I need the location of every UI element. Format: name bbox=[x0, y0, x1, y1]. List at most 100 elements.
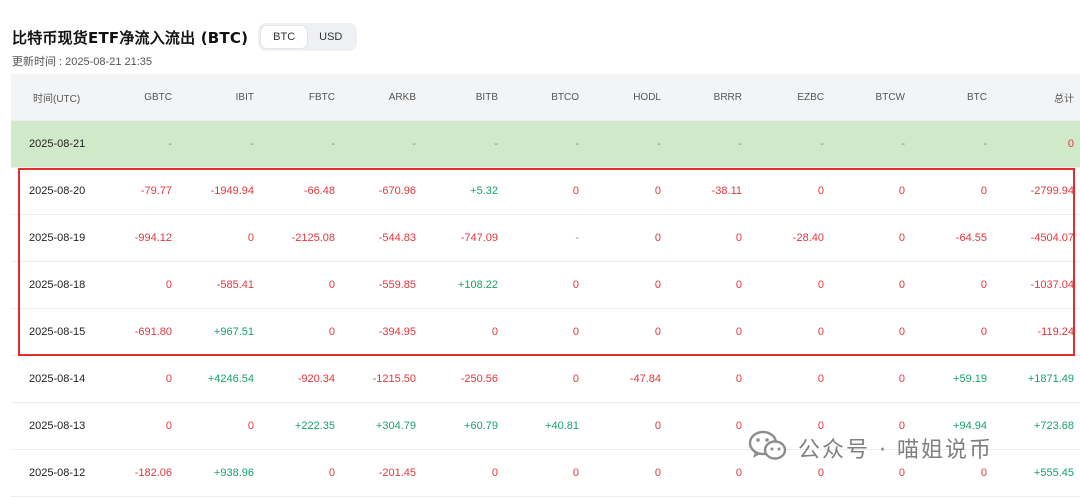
flow-cell-brrr: 0 bbox=[735, 326, 742, 338]
table-row: 2025-08-14 0 +4246.54 -920.34 -1215.50 -250.5… bbox=[11, 356, 1080, 403]
wechat-icon bbox=[748, 429, 788, 467]
flow-cell-fbtc: -66.48 bbox=[303, 185, 335, 197]
row-date-cell: 2025-08-20 bbox=[29, 185, 86, 197]
flow-cell-fbtc: -920.34 bbox=[297, 373, 335, 385]
flow-cell-btco: 0 bbox=[572, 373, 579, 385]
flow-cell-总计: 0 bbox=[1067, 138, 1074, 150]
column-header-ibit: IBIT bbox=[235, 91, 254, 103]
flow-cell-btc: +59.19 bbox=[953, 373, 987, 385]
flow-cell-gbtc: -79.77 bbox=[140, 185, 172, 197]
unit-option-usd[interactable]: USD bbox=[307, 26, 354, 48]
flow-cell-总计: -2799.94 bbox=[1030, 185, 1074, 197]
flow-cell-arkb: -670.96 bbox=[378, 185, 416, 197]
flow-cell-btcw: 0 bbox=[898, 232, 905, 244]
flow-cell-btc: - bbox=[983, 138, 987, 150]
flow-cell-ibit: +938.96 bbox=[213, 467, 254, 479]
column-header-bitb: BITB bbox=[475, 91, 498, 103]
flow-cell-arkb: +304.79 bbox=[375, 420, 416, 432]
flow-cell-btco: 0 bbox=[572, 467, 579, 479]
flow-cell-btco: 0 bbox=[572, 326, 579, 338]
flow-cell-brrr: - bbox=[738, 138, 742, 150]
flow-cell-ibit: +967.51 bbox=[213, 326, 254, 338]
flow-cell-gbtc: 0 bbox=[165, 373, 172, 385]
row-date-cell: 2025-08-21 bbox=[29, 138, 86, 150]
flow-cell-gbtc: -994.12 bbox=[134, 232, 172, 244]
row-date-cell: 2025-08-15 bbox=[29, 326, 86, 338]
flow-cell-hodl: 0 bbox=[654, 467, 661, 479]
table-row: 2025-08-21 - - - - - - - - - - - 0 bbox=[11, 121, 1080, 168]
row-date-cell: 2025-08-14 bbox=[29, 373, 86, 385]
column-header-gbtc: GBTC bbox=[144, 91, 172, 103]
column-header-btco: BTCO bbox=[551, 91, 579, 103]
flow-cell-brrr: -38.11 bbox=[711, 185, 742, 197]
row-date-cell: 2025-08-12 bbox=[29, 467, 86, 479]
column-header-date: 时间(UTC) bbox=[33, 93, 81, 105]
table-row: 2025-08-19 -994.12 0 -2125.08 -544.83 -747.09… bbox=[11, 215, 1080, 262]
flow-cell-ibit: - bbox=[250, 138, 254, 150]
flow-cell-btco: 0 bbox=[572, 185, 579, 197]
flow-cell-总计: +723.68 bbox=[1033, 420, 1074, 432]
row-date-cell: 2025-08-18 bbox=[29, 279, 86, 291]
watermark: 公众号 · 喵姐说币 bbox=[748, 428, 993, 468]
flow-cell-ezbc: -28.40 bbox=[792, 232, 824, 244]
flow-cell-bitb: +5.32 bbox=[470, 185, 498, 197]
flow-cell-gbtc: -182.06 bbox=[134, 467, 172, 479]
flow-cell-brrr: 0 bbox=[735, 467, 742, 479]
flow-cell-ibit: 0 bbox=[247, 232, 254, 244]
flow-cell-arkb: -544.83 bbox=[378, 232, 416, 244]
flow-cell-gbtc: 0 bbox=[165, 420, 172, 432]
flow-cell-brrr: 0 bbox=[735, 373, 742, 385]
flow-cell-arkb: -394.95 bbox=[378, 326, 416, 338]
flow-cell-总计: -119.24 bbox=[1037, 326, 1075, 338]
flow-cell-fbtc: - bbox=[331, 138, 335, 150]
flow-cell-btcw: 0 bbox=[898, 279, 905, 291]
unit-option-btc[interactable]: BTC bbox=[261, 26, 308, 48]
flow-cell-gbtc: 0 bbox=[165, 279, 172, 291]
page-header: 比特币现货ETF净流入流出 (BTC) BTC USD bbox=[12, 22, 358, 52]
flow-cell-ibit: -585.41 bbox=[216, 279, 254, 291]
flow-cell-arkb: -201.45 bbox=[378, 467, 416, 479]
flow-cell-ezbc: - bbox=[820, 138, 824, 150]
flow-cell-hodl: 0 bbox=[654, 326, 661, 338]
flow-cell-hodl: 0 bbox=[654, 232, 661, 244]
row-date-cell: 2025-08-19 bbox=[29, 232, 86, 244]
watermark-text: 公众号 · 喵姐说币 bbox=[798, 438, 993, 463]
flow-cell-btc: 0 bbox=[980, 185, 987, 197]
column-header-ezbc: EZBC bbox=[797, 91, 824, 103]
flow-cell-hodl: 0 bbox=[654, 279, 661, 291]
table-row: 2025-08-20 -79.77 -1949.94 -66.48 -670.96 +5.… bbox=[11, 168, 1080, 215]
flow-cell-总计: +555.45 bbox=[1033, 467, 1074, 479]
flow-cell-btco: - bbox=[575, 138, 579, 150]
flow-cell-btcw: 0 bbox=[898, 185, 905, 197]
column-header-btcw: BTCW bbox=[875, 91, 905, 103]
flow-cell-btc: 0 bbox=[980, 326, 987, 338]
flow-cell-ibit: +4246.54 bbox=[207, 373, 254, 385]
flow-cell-arkb: -1215.50 bbox=[372, 373, 416, 385]
flow-cell-btco: - bbox=[575, 232, 579, 244]
column-header-arkb: ARKB bbox=[388, 91, 416, 103]
row-date-cell: 2025-08-13 bbox=[29, 420, 86, 432]
flow-cell-fbtc: 0 bbox=[328, 326, 335, 338]
flow-cell-btc: 0 bbox=[980, 279, 987, 291]
flow-cell-gbtc: - bbox=[168, 138, 172, 150]
update-time: 更新时间 : 2025-08-21 21:35 bbox=[12, 56, 153, 68]
flow-cell-btco: +40.81 bbox=[545, 420, 579, 432]
table-header-row: 时间(UTC) GBTC IBIT FBTC ARKB BITB BTCO HODL BRRR E… bbox=[11, 74, 1080, 121]
flow-cell-btcw: 0 bbox=[898, 373, 905, 385]
flow-cell-总计: -4504.07 bbox=[1030, 232, 1074, 244]
flow-cell-hodl: 0 bbox=[654, 420, 661, 432]
flow-cell-gbtc: -691.80 bbox=[134, 326, 172, 338]
flow-cell-arkb: - bbox=[412, 138, 416, 150]
flow-cell-ibit: 0 bbox=[247, 420, 254, 432]
column-header-总计: 总计 bbox=[1054, 93, 1074, 105]
flow-cell-总计: -1037.04 bbox=[1030, 279, 1074, 291]
flow-cell-arkb: -559.85 bbox=[378, 279, 416, 291]
table-row: 2025-08-18 0 -585.41 0 -559.85 +108.22 0 0 0 0 0 0 -… bbox=[11, 262, 1080, 309]
flow-cell-brrr: 0 bbox=[735, 279, 742, 291]
column-header-hodl: HODL bbox=[633, 91, 661, 103]
unit-toggle[interactable]: BTC USD bbox=[258, 23, 358, 51]
flow-cell-bitb: - bbox=[494, 138, 498, 150]
flow-cell-fbtc: +222.35 bbox=[294, 420, 335, 432]
column-header-brrr: BRRR bbox=[713, 91, 742, 103]
flow-cell-brrr: 0 bbox=[735, 232, 742, 244]
